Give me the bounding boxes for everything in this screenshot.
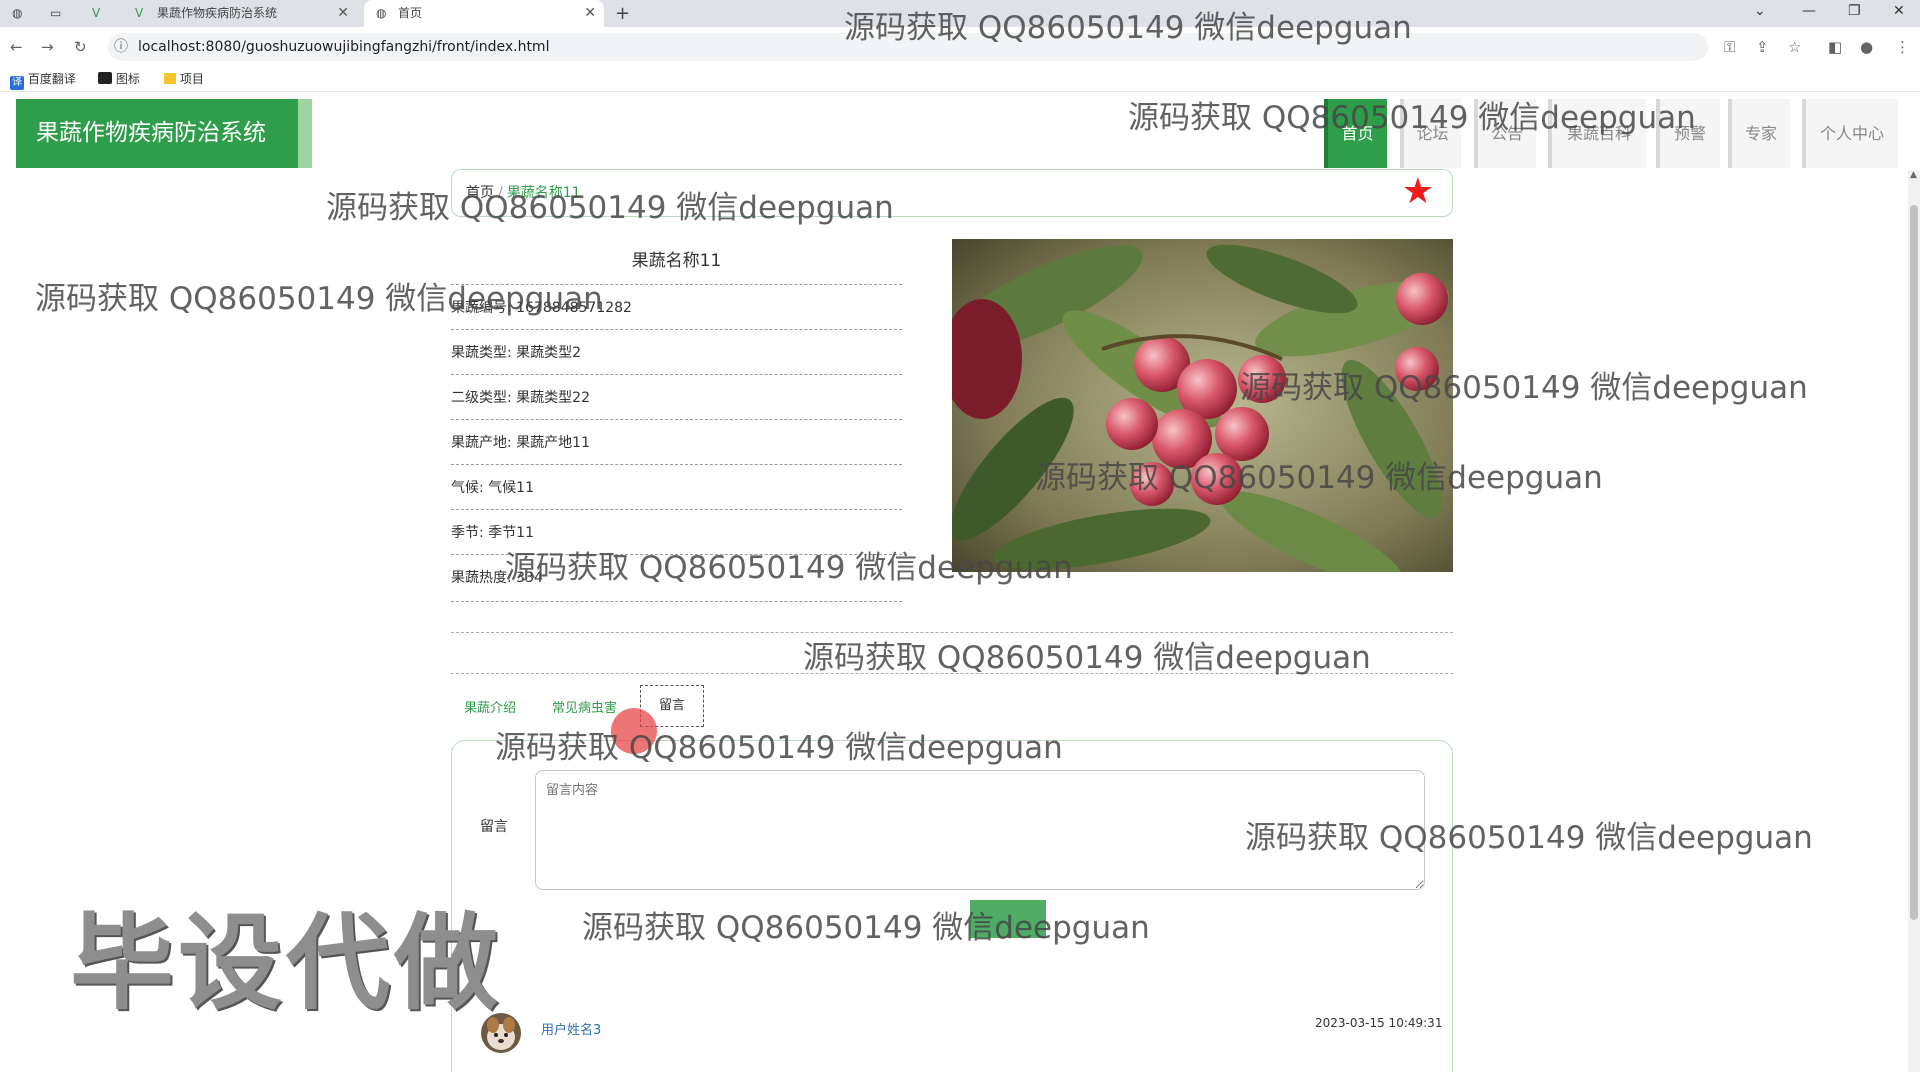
bookmark-label: 图标 (115, 72, 140, 86)
watermark-text: 源码获取 QQ86050149 微信deepguan (803, 640, 1371, 676)
watermark-text: 源码获取 QQ86050149 微信deepguan (1035, 460, 1603, 496)
close-window-icon[interactable]: ✕ (1893, 0, 1905, 22)
translate-icon: 译 (10, 76, 24, 90)
product-title: 果蔬名称11 (631, 251, 722, 271)
favorite-star-icon[interactable]: ★ (1402, 174, 1434, 210)
pinned-tab-blank-icon[interactable]: ▭ (50, 0, 78, 27)
bookmark-icons[interactable]: 图标 (98, 67, 140, 91)
info-row-type: 果蔬类型: 果蔬类型2 (451, 331, 902, 375)
pinned-tab-globe-icon[interactable]: ◍ (12, 0, 40, 27)
tab-pests[interactable]: 常见病虫害 (552, 697, 617, 716)
watermark-text: 源码获取 QQ86050149 微信deepguan (1240, 370, 1808, 406)
site-logo[interactable]: 果蔬作物疾病防治系统 (16, 99, 312, 168)
profile-icon[interactable]: ● (1860, 27, 1873, 67)
vue-icon: V (135, 6, 144, 20)
watermark-big-text: 毕设代做 (70, 902, 503, 1024)
share-icon[interactable]: ⇪ (1756, 27, 1769, 67)
new-tab-button[interactable]: + (615, 0, 635, 27)
watermark-text: 源码获取 QQ86050149 微信deepguan (1245, 820, 1813, 856)
restore-icon[interactable]: ❐ (1848, 0, 1861, 22)
watermark-text: 源码获取 QQ86050149 微信deepguan (582, 910, 1150, 946)
side-panel-icon[interactable]: ◧ (1828, 27, 1842, 67)
scroll-up-icon[interactable]: ▲ (1910, 170, 1917, 180)
watermark-text: 源码获取 QQ86050149 微信deepguan (844, 10, 1412, 46)
scrollbar-thumb[interactable] (1910, 205, 1918, 920)
info-row-subtype: 二级类型: 果蔬类型22 (451, 376, 902, 420)
forward-icon[interactable]: → (41, 27, 54, 67)
menu-icon[interactable]: ⋮ (1895, 27, 1910, 67)
info-icon: ⓘ (114, 39, 128, 55)
watermark-text: 源码获取 QQ86050149 微信deepguan (35, 281, 603, 317)
globe-icon: ◍ (376, 6, 387, 20)
bookmark-star-icon[interactable]: ☆ (1788, 27, 1801, 67)
reload-icon[interactable]: ↻ (74, 27, 87, 67)
comment-username[interactable]: 用户姓名3 (541, 1019, 601, 1038)
tab-search-icon[interactable]: ⌄ (1754, 0, 1766, 22)
watermark-text: 源码获取 QQ86050149 微信deepguan (495, 730, 1063, 766)
bookmark-fanyi[interactable]: 译 百度翻译 (10, 67, 76, 91)
bookmark-project[interactable]: 项目 (164, 67, 204, 91)
info-row-climate: 气候: 气候11 (451, 466, 902, 510)
bookmark-label: 项目 (179, 72, 204, 86)
browser-tab-title: 首页 (398, 6, 423, 20)
tab-introduction[interactable]: 果蔬介绍 (464, 697, 516, 716)
url-text: localhost:8080/guoshuzuowujibingfangzhi/… (138, 39, 550, 55)
minimize-icon[interactable]: — (1802, 0, 1816, 22)
pinned-tab-vue-icon[interactable]: V (92, 0, 120, 27)
folder-icon (164, 73, 176, 84)
browser-tab-title: 果蔬作物疾病防治系统 (157, 6, 278, 20)
watermark-text: 源码获取 QQ86050149 微信deepguan (505, 550, 1073, 586)
comment-time: 2023-03-15 10:49:31 (1315, 1016, 1443, 1030)
watermark-text: 源码获取 QQ86050149 微信deepguan (1128, 100, 1696, 136)
watermark-text: 源码获取 QQ86050149 微信deepguan (326, 190, 894, 226)
browser-tab-system[interactable]: V 果蔬作物疾病防治系统 ✕ (125, 0, 357, 27)
key-icon[interactable]: ⚿ (1724, 27, 1735, 67)
close-icon[interactable]: ✕ (337, 0, 349, 27)
message-label: 留言 (480, 819, 508, 835)
nav-profile[interactable]: 个人中心 (1802, 99, 1898, 168)
nav-expert[interactable]: 专家 (1728, 99, 1790, 168)
info-row-origin: 果蔬产地: 果蔬产地11 (451, 421, 902, 465)
bookmark-label: 百度翻译 (27, 72, 76, 86)
close-icon[interactable]: ✕ (584, 0, 596, 27)
browser-tab-home[interactable]: ◍ 首页 ✕ (364, 0, 604, 27)
image-icon (98, 72, 112, 84)
bookmarks-bar (0, 67, 1920, 92)
back-icon[interactable]: ← (10, 27, 23, 67)
